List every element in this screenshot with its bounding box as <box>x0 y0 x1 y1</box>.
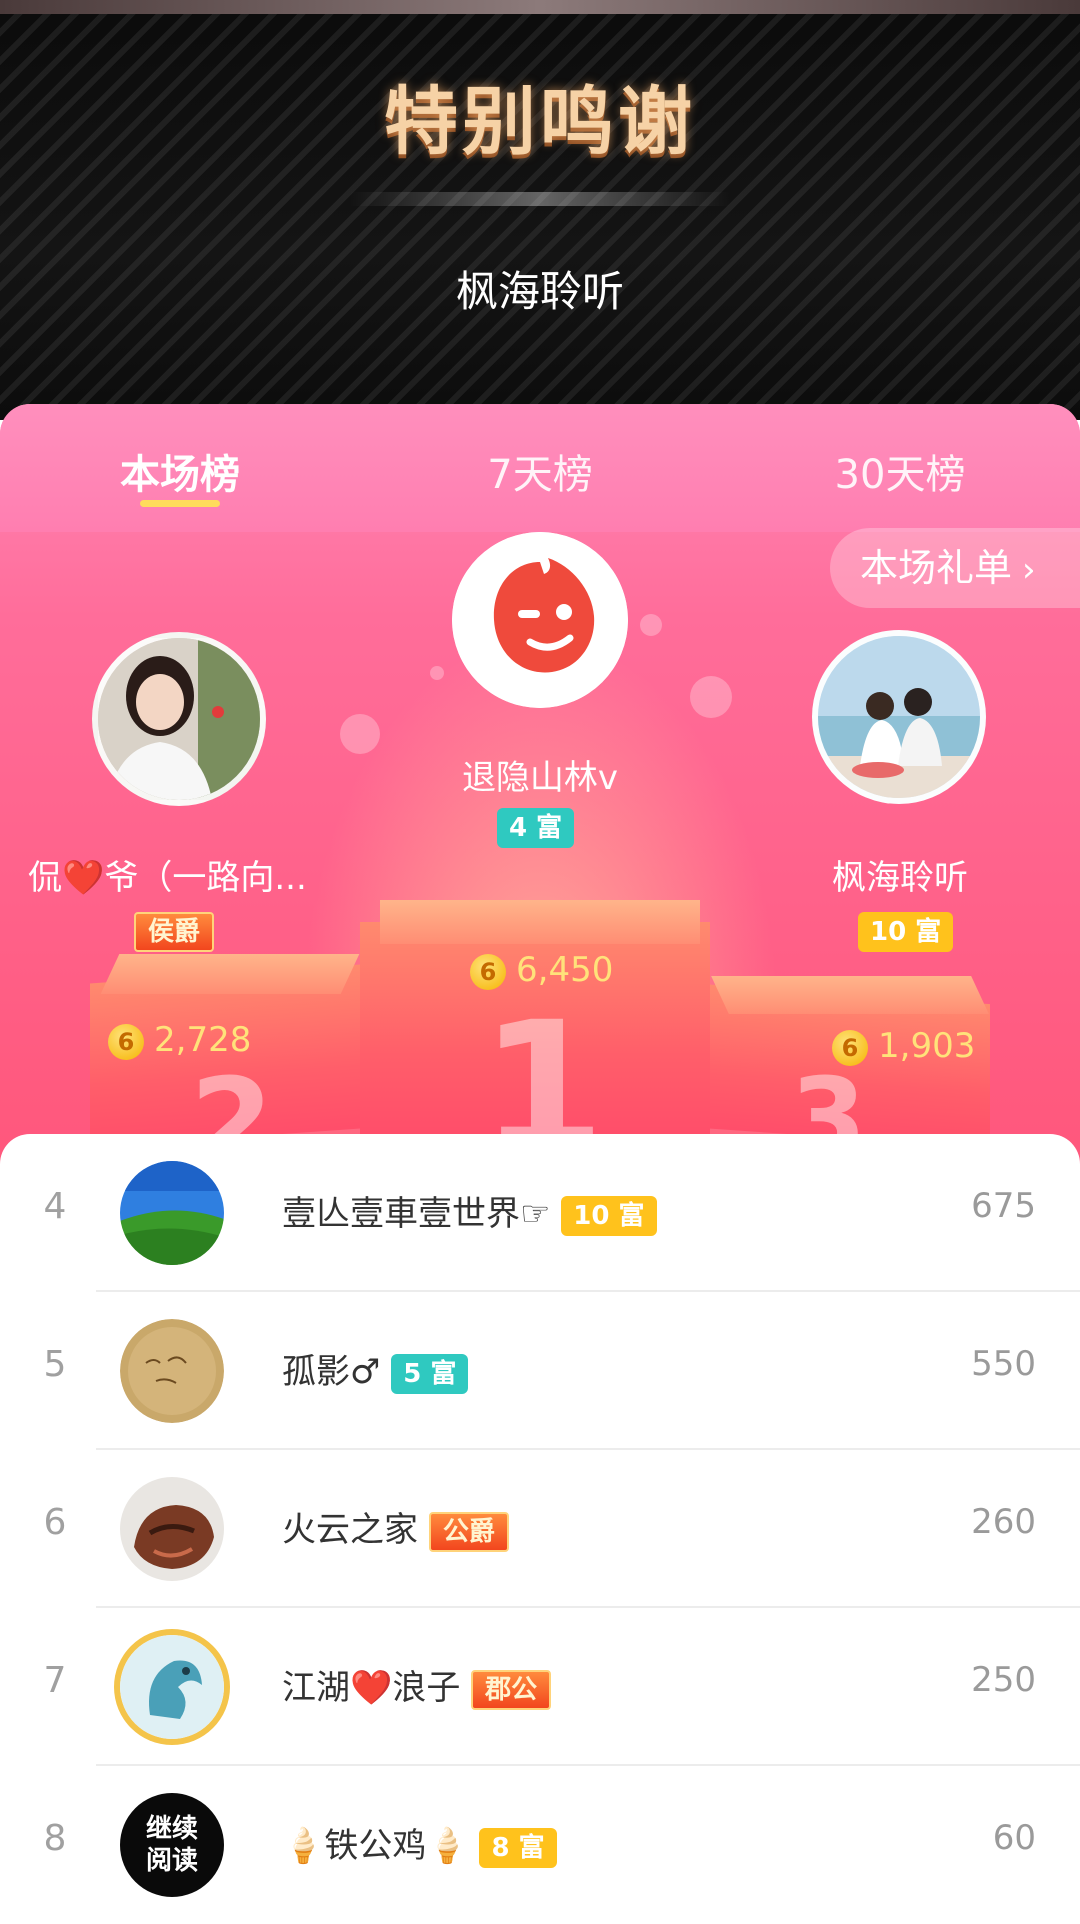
wealth-level-badge: 4 富 <box>497 808 575 848</box>
list-item[interactable]: 7 江湖❤️浪子 郡公 250 <box>0 1608 1080 1766</box>
first-place-badge-wrap: 4 富 <box>497 808 575 848</box>
banner-title: 特别鸣谢 <box>384 79 696 165</box>
third-place-name[interactable]: 枫海聆听 <box>750 850 1050 899</box>
first-place-coins: 6 6,450 <box>470 950 613 990</box>
list-item-name: 江湖❤️浪子 <box>282 1668 461 1708</box>
avatar[interactable] <box>120 1161 224 1265</box>
app-logo-icon <box>452 532 628 708</box>
thanks-banner: 特别鸣谢 枫海聆听 <box>0 0 1080 420</box>
banner-top-strip <box>0 0 1080 14</box>
list-item-name: 孤影♂ <box>282 1352 381 1392</box>
podium-third-top <box>711 976 989 1014</box>
avatar[interactable] <box>120 1477 224 1581</box>
list-item-name-wrap: 孤影♂ 5 富 <box>282 1344 469 1394</box>
wealth-level-badge: 10 富 <box>858 912 954 952</box>
list-item[interactable]: 8 继续 阅读 🍦铁公鸡🍦 8 富 60 <box>0 1766 1080 1924</box>
tab-30-days[interactable]: 30天榜 <box>750 442 1050 500</box>
tab-7-days[interactable]: 7天榜 <box>390 442 690 500</box>
ranking-list: 4 壹亾壹車壹世界☞ 10 富 675 5 孤影♂ 5 富 550 6 火云之家… <box>0 1134 1080 1920</box>
list-item-score: 550 <box>971 1344 1036 1384</box>
avatar-text: 继续 阅读 <box>145 1814 198 1876</box>
dragon-carving-avatar-icon <box>120 1477 224 1581</box>
list-item-score: 250 <box>971 1660 1036 1700</box>
podium-first-top <box>380 900 700 944</box>
list-item[interactable]: 5 孤影♂ 5 富 550 <box>0 1292 1080 1450</box>
coin-icon: 6 <box>832 1029 868 1066</box>
wealth-level-badge: 5 富 <box>391 1353 469 1394</box>
second-place-badge-wrap: 侯爵 <box>134 912 215 952</box>
wealth-level-badge: 8 富 <box>479 1827 557 1868</box>
framed-dragon-avatar-icon <box>120 1635 224 1739</box>
noble-rank-badge: 侯爵 <box>134 912 215 952</box>
list-item-score: 675 <box>971 1186 1036 1226</box>
third-place-avatar[interactable] <box>812 630 986 804</box>
list-item[interactable]: 6 火云之家 公爵 260 <box>0 1450 1080 1608</box>
second-place-coin-value: 2,728 <box>154 1020 252 1060</box>
rank-number: 5 <box>43 1344 67 1385</box>
list-item-name-wrap: 🍦铁公鸡🍦 8 富 <box>282 1818 557 1868</box>
first-place-avatar[interactable] <box>452 532 628 708</box>
banner-thanked-user: 枫海聆听 <box>455 267 624 316</box>
gift-list-label: 本场礼单 <box>860 546 1013 590</box>
coin-icon: 6 <box>470 953 506 990</box>
wealth-level-badge: 10 富 <box>561 1195 657 1236</box>
rank-number: 4 <box>43 1186 67 1227</box>
avatar[interactable] <box>120 1319 224 1423</box>
list-item-score: 60 <box>992 1818 1036 1858</box>
list-item-name-wrap: 江湖❤️浪子 郡公 <box>282 1660 552 1710</box>
list-item-score: 260 <box>971 1502 1036 1542</box>
sparkle-decoration <box>340 714 380 754</box>
handwriting-avatar-icon <box>120 1319 224 1423</box>
list-item-name-wrap: 火云之家 公爵 <box>282 1502 509 1552</box>
green-hill-avatar-icon <box>120 1161 224 1265</box>
user-photo-icon <box>98 638 260 800</box>
leaderboard-tabs: 本场榜 7天榜 30天榜 <box>0 404 1080 532</box>
list-item[interactable]: 4 壹亾壹車壹世界☞ 10 富 675 <box>0 1134 1080 1292</box>
sparkle-decoration <box>640 614 662 636</box>
avatar[interactable] <box>120 1635 224 1739</box>
coin-icon: 6 <box>108 1023 144 1060</box>
avatar[interactable]: 继续 阅读 <box>120 1793 224 1897</box>
list-item-name: 壹亾壹車壹世界☞ <box>282 1194 551 1234</box>
first-place-coin-value: 6,450 <box>516 950 614 990</box>
third-place-badge-wrap: 10 富 <box>858 912 954 952</box>
tab-this-session[interactable]: 本场榜 <box>30 442 330 500</box>
third-place-coin-value: 1,903 <box>878 1026 976 1066</box>
rank-number: 8 <box>43 1818 67 1859</box>
chevron-right-icon: › <box>1022 550 1036 590</box>
list-item-name-wrap: 壹亾壹車壹世界☞ 10 富 <box>282 1186 657 1236</box>
podium-second-top <box>100 954 360 994</box>
sparkle-decoration <box>430 666 444 680</box>
first-place-name[interactable]: 退隐山林v <box>390 750 690 799</box>
second-place-name[interactable]: 侃❤️爷（一路向... <box>28 850 328 899</box>
list-item-name: 🍦铁公鸡🍦 <box>282 1826 469 1866</box>
active-tab-indicator <box>140 500 220 507</box>
noble-rank-badge: 公爵 <box>428 1511 509 1552</box>
second-place-avatar[interactable] <box>92 632 266 806</box>
sparkle-decoration <box>690 676 732 718</box>
noble-rank-badge: 郡公 <box>471 1669 552 1710</box>
third-place-coins: 6 1,903 <box>832 1026 975 1066</box>
list-item-name: 火云之家 <box>282 1510 418 1550</box>
rank-number: 7 <box>43 1660 67 1701</box>
rank-number: 6 <box>43 1502 67 1543</box>
user-photo-icon <box>818 636 980 798</box>
banner-scrolling-text <box>350 192 730 206</box>
session-gift-list-button[interactable]: 本场礼单 › <box>830 528 1080 608</box>
second-place-coins: 6 2,728 <box>108 1020 251 1060</box>
